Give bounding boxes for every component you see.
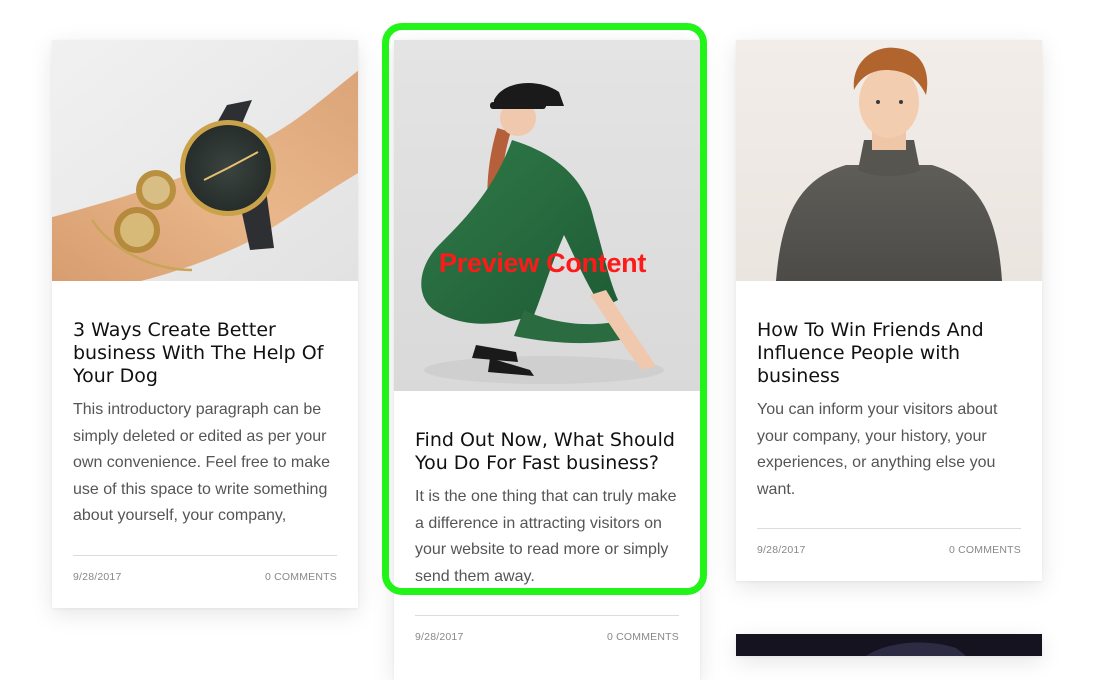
post-image[interactable] (394, 40, 700, 391)
post-meta: 9/28/2017 0 COMMENTS (757, 544, 1021, 556)
woman-in-green-dress-and-cap-photo (394, 40, 700, 391)
post-comments-link[interactable]: 0 COMMENTS (949, 544, 1021, 556)
wristwatch-and-bracelets-photo (52, 40, 358, 281)
post-title[interactable]: Find Out Now, What Should You Do For Fas… (415, 429, 679, 475)
post-excerpt: This introductory paragraph can be simpl… (73, 401, 331, 524)
post-title[interactable]: How To Win Friends And Influence People … (757, 319, 1021, 388)
post-date: 9/28/2017 (415, 631, 464, 643)
divider (415, 615, 679, 616)
post-comments-link[interactable]: 0 COMMENTS (607, 631, 679, 643)
post-title[interactable]: 3 Ways Create Better business With The H… (73, 319, 337, 388)
post-excerpt: You can inform your visitors about your … (757, 401, 998, 498)
man-in-gray-sweater-photo (736, 40, 1042, 281)
divider (757, 528, 1021, 529)
post-excerpt: It is the one thing that can truly make … (415, 488, 677, 585)
post-card[interactable]: Find Out Now, What Should You Do For Fas… (394, 40, 700, 680)
post-card[interactable]: 3 Ways Create Better business With The H… (52, 40, 358, 608)
dark-photo (736, 634, 1042, 656)
post-card[interactable] (736, 634, 1042, 656)
post-date: 9/28/2017 (73, 571, 122, 583)
post-image[interactable] (736, 40, 1042, 281)
post-meta: 9/28/2017 0 COMMENTS (415, 631, 679, 643)
divider (73, 555, 337, 556)
post-image[interactable] (52, 40, 358, 281)
post-date: 9/28/2017 (757, 544, 806, 556)
post-image[interactable] (736, 634, 1042, 656)
post-meta: 9/28/2017 0 COMMENTS (73, 571, 337, 583)
post-card[interactable]: How To Win Friends And Influence People … (736, 40, 1042, 581)
post-comments-link[interactable]: 0 COMMENTS (265, 571, 337, 583)
